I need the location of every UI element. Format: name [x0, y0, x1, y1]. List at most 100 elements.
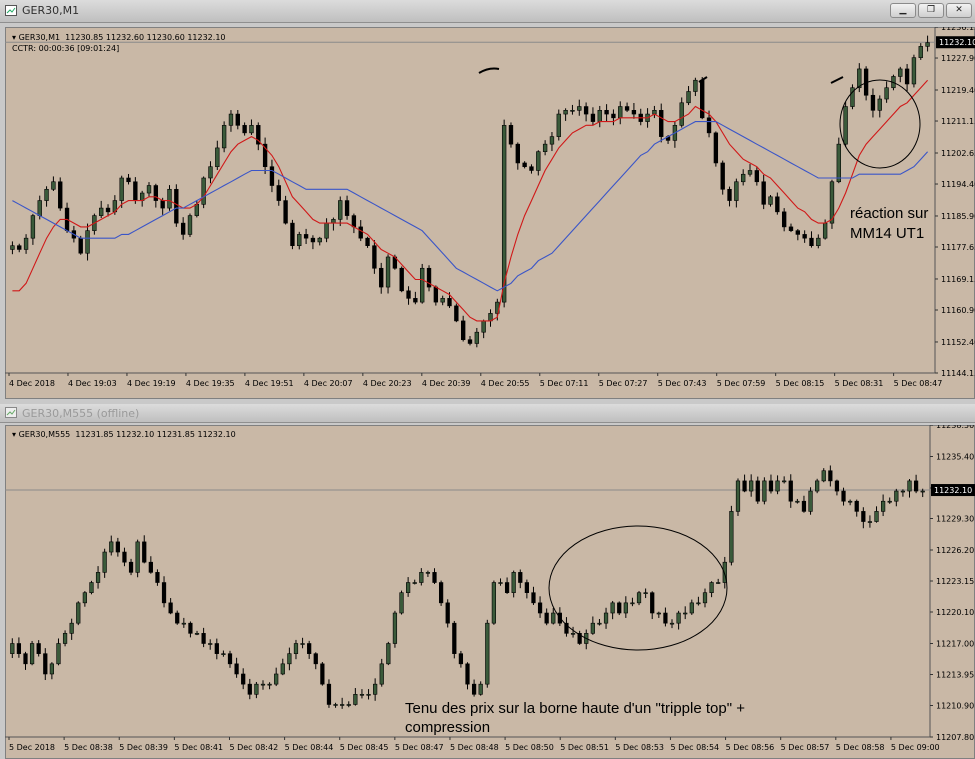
candle-body: [834, 480, 840, 492]
candle-body: [898, 68, 903, 77]
window2-titlebar[interactable]: GER30,M555 (offline): [0, 404, 975, 423]
candle-body: [843, 106, 848, 145]
candle-body: [524, 582, 529, 593]
candle-body: [460, 320, 466, 341]
candle-body: [590, 622, 595, 634]
chart1-ohlc: ▾ GER30,M1 11230.85 11232.60 11230.60 11…: [12, 33, 226, 42]
candle-body: [215, 147, 220, 168]
candle-body: [867, 521, 873, 523]
candle-body: [577, 106, 582, 111]
annotation-top-mark-1: [478, 67, 500, 74]
candle-body: [925, 42, 930, 47]
y-tick-label: 11210.90: [936, 701, 974, 710]
candle-body: [133, 181, 138, 201]
x-tick-label: 5 Dec 08:41: [174, 743, 223, 752]
current-price-tag-text: 11232.10: [934, 486, 972, 495]
candle-body: [274, 673, 279, 685]
candle-body: [762, 480, 767, 502]
candle-body: [155, 572, 160, 583]
candle-body: [802, 234, 807, 239]
candle-body: [887, 500, 892, 503]
window1-titlebar[interactable]: GER30,M1 ▁ ❐ ✕: [0, 0, 975, 23]
candle-body: [287, 653, 292, 665]
y-tick-label: 11211.15: [941, 117, 975, 126]
candle-body: [122, 551, 127, 563]
candle-body: [630, 602, 635, 605]
annotation-top-mark-3: [830, 76, 844, 84]
candle-body: [297, 234, 302, 246]
candle-body: [353, 694, 358, 705]
candle-body: [467, 339, 473, 344]
candle-body: [563, 110, 568, 115]
candle-body: [590, 113, 596, 122]
candle-body: [747, 170, 753, 175]
x-tick-label: 4 Dec 19:35: [186, 379, 235, 388]
candle-body: [174, 188, 179, 224]
x-tick-label: 5 Dec 08:47: [894, 379, 943, 388]
chart-icon: [5, 5, 17, 16]
candle-body: [597, 110, 602, 122]
y-tick-label: 11238.50: [936, 425, 974, 430]
candle-body: [788, 480, 793, 502]
candle-body: [338, 200, 343, 220]
chart1-svg[interactable]: 11236.15 11227.90 11219.40 11211.15 11202.65…: [5, 27, 975, 399]
candle-body: [643, 592, 648, 594]
close-button[interactable]: ✕: [946, 3, 972, 18]
candle-body: [99, 207, 104, 216]
y-tick-label: 11217.00: [936, 640, 974, 649]
candle-body: [344, 200, 350, 216]
candle-body: [570, 110, 575, 112]
x-tick-label: 4 Dec 20:23: [363, 379, 412, 388]
candle-body: [269, 166, 275, 186]
chart2-annotation-line1: Tenu des prix sur la borne haute d'un "t…: [405, 700, 745, 717]
candle-body: [241, 673, 246, 685]
candle-body: [918, 46, 923, 58]
candle-body: [161, 582, 167, 604]
candle-body: [425, 572, 431, 574]
restore-button[interactable]: ❐: [918, 3, 944, 18]
candle-body: [884, 87, 889, 100]
candle-body: [399, 267, 404, 292]
candle-body: [310, 237, 316, 243]
candle-body: [10, 643, 15, 654]
candle-body: [324, 222, 329, 239]
candle-body: [597, 622, 602, 625]
candle-body: [782, 480, 787, 483]
candle-body: [904, 68, 910, 85]
candle-body: [23, 237, 29, 250]
candle-body: [742, 480, 747, 492]
candle-body: [126, 177, 131, 183]
candle-body: [821, 470, 826, 482]
candle-body: [508, 125, 514, 145]
candle-body: [413, 298, 418, 303]
candle-body: [734, 181, 739, 201]
x-tick-label: 5 Dec 08:15: [776, 379, 825, 388]
candle-body: [168, 602, 173, 614]
chart1-cctr: CCTR: 00:00:36 [09:01:24]: [12, 44, 119, 53]
candle-body: [293, 643, 299, 654]
candle-body: [583, 106, 589, 115]
candle-body: [861, 511, 866, 522]
y-tick-label: 11235.40: [936, 453, 974, 462]
minimize-button[interactable]: ▁: [890, 3, 916, 18]
x-tick-label: 5 Dec 08:51: [560, 743, 609, 752]
x-tick-label: 5 Dec 08:47: [395, 743, 444, 752]
candle-body: [160, 200, 165, 209]
candle-body: [911, 57, 917, 85]
candle-body: [102, 551, 107, 573]
candle-body: [795, 230, 801, 235]
candle-body: [816, 237, 821, 246]
candle-body: [69, 622, 74, 634]
candle-body: [148, 561, 153, 573]
minimize-icon: ▁: [899, 5, 907, 15]
candle-body: [234, 663, 239, 675]
restore-icon: ❐: [926, 5, 936, 15]
y-tick-label: 11219.40: [941, 86, 975, 95]
candle-body: [679, 102, 684, 126]
candle-body: [188, 622, 193, 634]
y-tick-label: 11177.65: [941, 243, 975, 252]
chart2-ohlc-text: GER30,M555 11231.85 11232.10 11231.85 11…: [18, 430, 236, 439]
candle-body: [755, 480, 760, 502]
candle-body: [43, 653, 48, 675]
x-tick-label: 5 Dec 09:00: [891, 743, 940, 752]
